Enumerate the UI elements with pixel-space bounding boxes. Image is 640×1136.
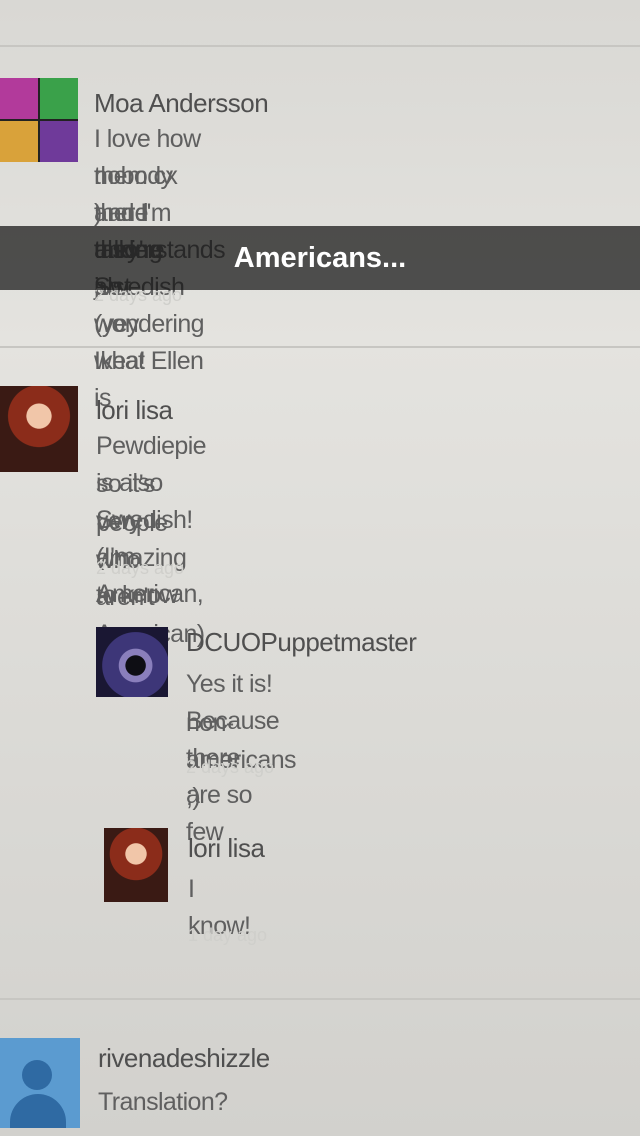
avatar[interactable]	[104, 828, 168, 902]
default-user-avatar-icon[interactable]	[0, 1038, 80, 1128]
caption-text: Americans...	[233, 241, 407, 274]
comment-text-line: Translation?	[98, 1088, 228, 1116]
comment-author[interactable]: Moa Andersson	[94, 88, 269, 119]
divider	[0, 45, 640, 47]
comment-author[interactable]: rivenadeshizzle	[98, 1043, 270, 1074]
comment-timestamp[interactable]: 2 days ago	[96, 558, 184, 579]
avatar[interactable]	[96, 627, 168, 697]
divider	[0, 998, 640, 1000]
reply-author[interactable]: lori lisa	[188, 833, 265, 864]
photo-of-comment-feed: Moa Andersson I love how nobody there un…	[0, 0, 640, 1136]
avatar[interactable]	[0, 386, 78, 472]
reply-author[interactable]: DCUOPuppetmaster	[186, 627, 417, 658]
reply-timestamp[interactable]: 2 days ago	[186, 757, 274, 778]
comment-author[interactable]: lori lisa	[96, 395, 173, 426]
caption-bar: Americans...	[0, 226, 640, 290]
reply-timestamp[interactable]: 1 day ago	[188, 925, 267, 946]
avatar[interactable]	[0, 78, 78, 162]
divider	[0, 346, 640, 348]
